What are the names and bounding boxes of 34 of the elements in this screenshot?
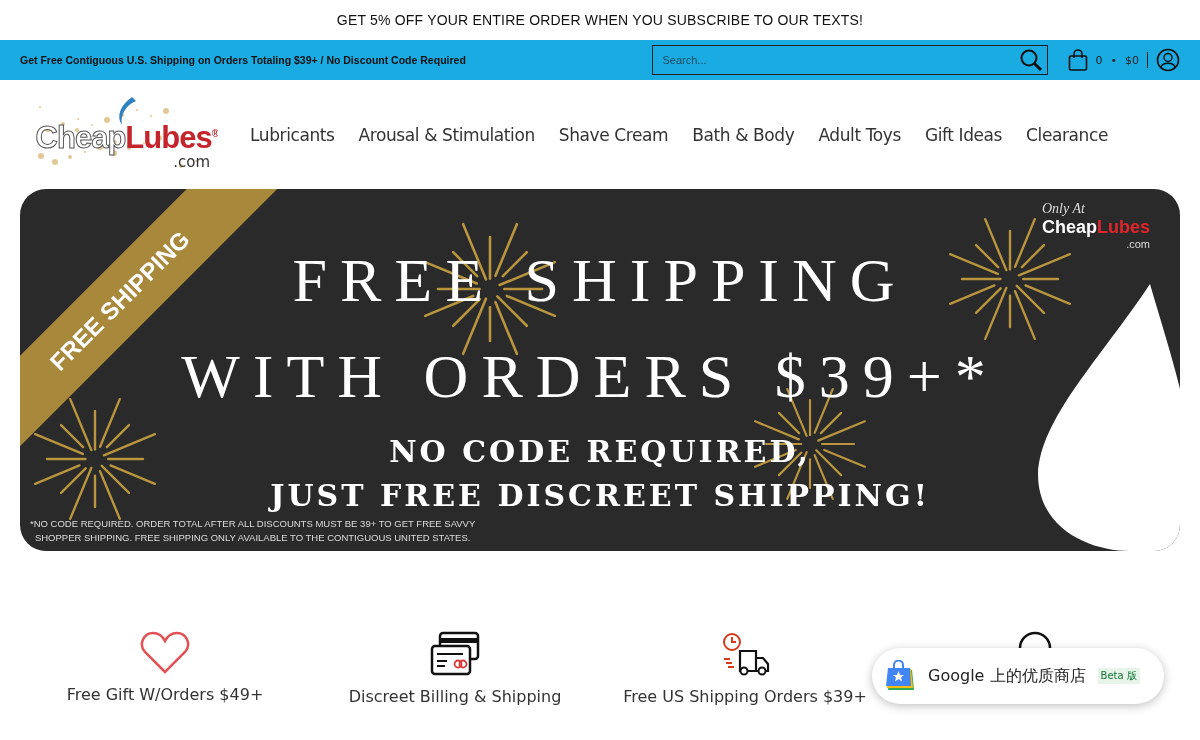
beta-badge: Beta 版 — [1097, 668, 1140, 684]
banner-logo: Only At CheapLubes .com — [1041, 201, 1150, 250]
banner-subline: NO CODE REQUIRED, — [389, 437, 811, 467]
nav-link[interactable]: Lubricants — [250, 124, 335, 145]
cart-total: $0 — [1125, 53, 1139, 67]
nav-link[interactable]: Arousal & Stimulation — [358, 124, 535, 145]
credit-cards-icon — [430, 631, 480, 677]
banner-headline: FREE SHIPPING — [292, 249, 908, 311]
heart-icon — [140, 631, 190, 675]
feature-label: Discreet Billing & Shipping — [348, 687, 562, 706]
store-badge-popup[interactable]: Google 上的优质商店 Beta 版 — [872, 648, 1164, 704]
shipping-message: Get Free Contiguous U.S. Shipping on Orders Totaling $39+ / No Discount Code Required — [20, 54, 467, 66]
separator-dot: • — [1110, 53, 1117, 67]
account-icon[interactable] — [1156, 48, 1180, 72]
banner-subline: JUST FREE DISCREET SHIPPING! — [270, 481, 930, 511]
store-logo[interactable]: CheapLubes$^{®}$ .com — [20, 94, 218, 175]
nav-link[interactable]: Bath & Body — [692, 124, 795, 145]
promo-banner[interactable] — [20, 189, 1180, 551]
nav-link[interactable]: Gift Ideas — [924, 124, 1003, 145]
search-field[interactable]: Search... — [651, 45, 1048, 75]
announcement-text: GET 5% OFF YOUR ENTIRE ORDER WHEN YOU SUBSCRIBE TO OUR TEXTS! — [336, 12, 864, 28]
shopping-bag-icon — [886, 660, 916, 692]
search-icon[interactable] — [1018, 48, 1043, 72]
cart-count: 0 — [1095, 53, 1103, 67]
delivery-truck-icon — [720, 631, 770, 677]
nav-link[interactable]: Adult Toys — [818, 124, 901, 145]
feature-label: Free Gift W/Orders $49+ — [66, 685, 264, 704]
support-icon — [1017, 631, 1053, 649]
fine-print: *NO CODE REQUIRED. ORDER TOTAL AFTER ALL DISCOUNTS MUST BE 39+ TO GET FREE SAVVY SHOPPER SHIPPING. FREE SHIPPING ONLY AVAILABLE TO THE CONTIGUOUS UNITED STATES. — [30, 517, 476, 545]
nav-link[interactable]: Clearance — [1026, 124, 1108, 145]
nav-link[interactable]: Shave Cream — [558, 124, 669, 145]
shopping-bag-icon[interactable] — [1067, 49, 1088, 71]
popup-title: Google 上的优质商店 — [928, 665, 1086, 687]
feature-label: Free US Shipping Orders $39+ — [623, 687, 867, 706]
